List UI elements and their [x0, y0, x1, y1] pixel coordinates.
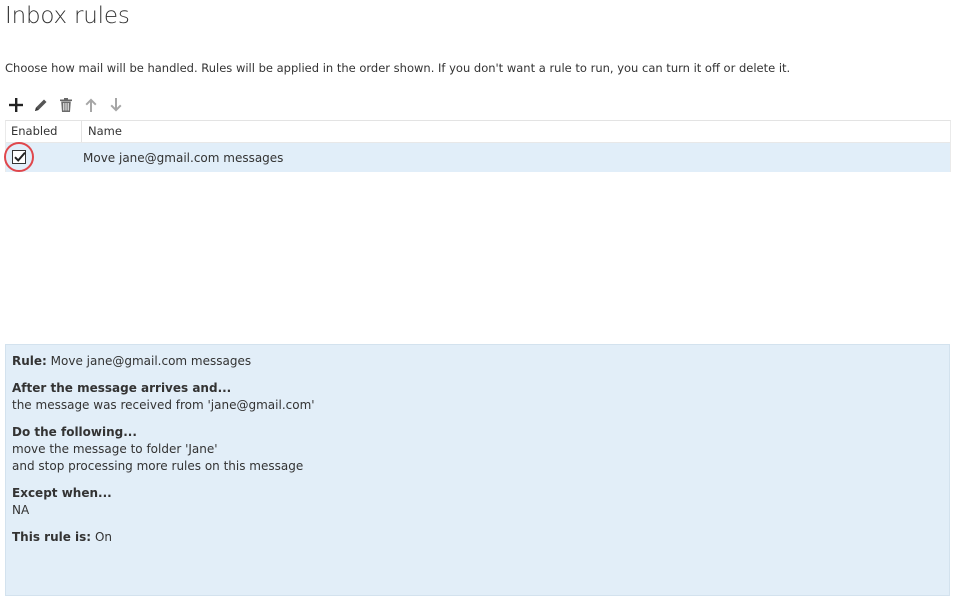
arrow-down-icon: [108, 97, 124, 113]
rule-enabled-checkbox[interactable]: [12, 150, 26, 164]
arrow-up-icon: [83, 97, 99, 113]
except-when-label: Except when...: [12, 486, 112, 500]
delete-rule-button[interactable]: [56, 95, 76, 115]
table-row[interactable]: Move jane@gmail.com messages: [4, 142, 950, 172]
enabled-cell: [4, 142, 82, 172]
rules-toolbar: [6, 94, 131, 116]
page-title: Inbox rules: [5, 3, 130, 29]
except-when-value: NA: [12, 503, 30, 517]
do-following-label: Do the following...: [12, 425, 137, 439]
after-arrives-section: After the message arrives and... the mes…: [12, 380, 949, 414]
trash-icon: [58, 97, 74, 113]
checkmark-icon: [14, 151, 26, 162]
column-header-name[interactable]: Name: [82, 121, 122, 142]
plus-icon: [8, 97, 24, 113]
edit-rule-button[interactable]: [31, 95, 51, 115]
rule-value: Move jane@gmail.com messages: [50, 354, 252, 368]
move-up-button[interactable]: [81, 95, 101, 115]
after-arrives-label: After the message arrives and...: [12, 381, 232, 395]
rule-status-value: On: [94, 530, 112, 544]
rule-details-panel: Rule: Move jane@gmail.com messages After…: [5, 344, 950, 596]
rules-table: Enabled Name Move jane@gmail.com message…: [4, 120, 951, 172]
do-following-section: Do the following... move the message to …: [12, 424, 949, 475]
except-when-section: Except when... NA: [12, 485, 949, 519]
do-following-value-2: and stop processing more rules on this m…: [12, 459, 304, 473]
after-arrives-value: the message was received from 'jane@gmai…: [12, 398, 315, 412]
rule-name-cell: Move jane@gmail.com messages: [83, 150, 284, 165]
table-header: Enabled Name: [6, 121, 950, 143]
rule-status-label: This rule is:: [12, 530, 92, 544]
do-following-value-1: move the message to folder 'Jane': [12, 442, 218, 456]
rule-summary: Rule: Move jane@gmail.com messages: [12, 353, 949, 370]
move-down-button[interactable]: [106, 95, 126, 115]
page-description: Choose how mail will be handled. Rules w…: [5, 61, 791, 75]
pencil-icon: [33, 97, 49, 113]
rule-label: Rule:: [12, 354, 47, 368]
rule-status-section: This rule is: On: [12, 529, 949, 546]
column-header-enabled[interactable]: Enabled: [6, 121, 82, 142]
add-rule-button[interactable]: [6, 95, 26, 115]
inbox-rules-page: Inbox rules Choose how mail will be hand…: [0, 0, 956, 600]
